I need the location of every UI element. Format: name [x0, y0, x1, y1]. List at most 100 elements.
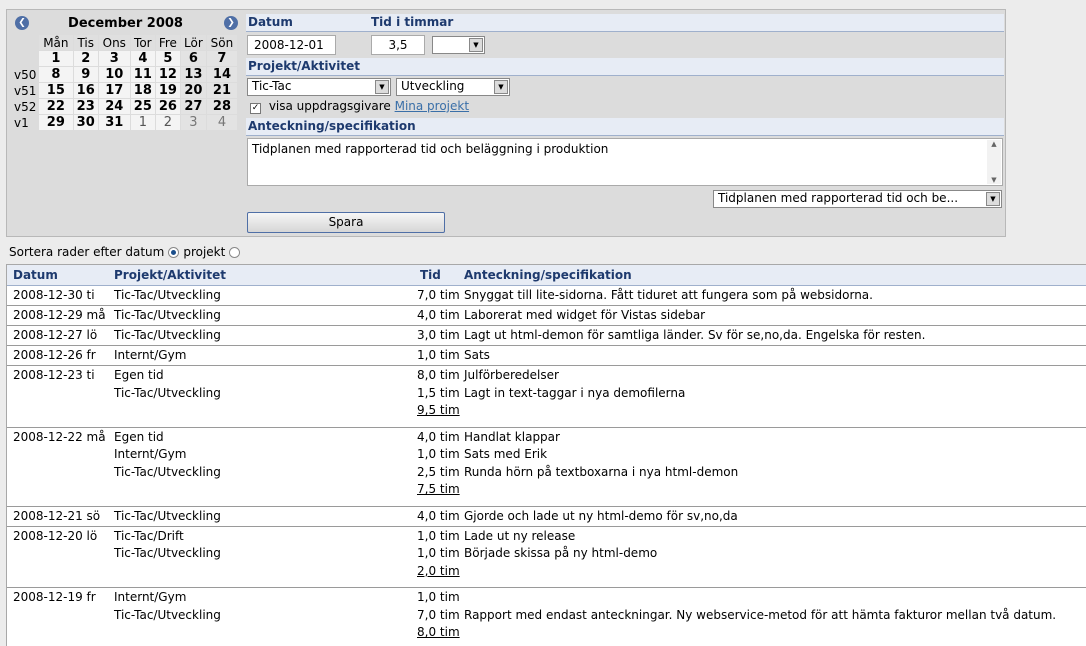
activity-select[interactable]: Utveckling ▼	[396, 78, 510, 96]
week-number: v52	[14, 99, 37, 114]
day-group: 2008-12-26 fr Internt/Gym 1,0 tim Sats	[7, 346, 1086, 366]
calendar-day[interactable]: 10	[98, 67, 130, 82]
calendar-day[interactable]: 26	[155, 99, 180, 114]
next-month-icon[interactable]: ❯	[224, 16, 238, 30]
calendar-day[interactable]: 2	[73, 51, 98, 66]
entry-time: 1,0 tim	[417, 528, 460, 543]
calendar-day[interactable]: 15	[39, 83, 73, 98]
calendar-day[interactable]: 1	[130, 115, 155, 130]
day-total-row: 7,5 tim	[7, 480, 1086, 498]
calendar-day[interactable]: 6	[180, 51, 206, 66]
project-select[interactable]: Tic-Tac ▼	[247, 78, 391, 96]
entry-project: Tic-Tac/Utveckling	[114, 546, 221, 560]
weekday-header: Ons	[98, 35, 130, 50]
table-row[interactable]: Tic-Tac/Utveckling 1,5 tim Lagt in text-ta…	[7, 384, 1086, 402]
sort-options: Sortera rader efter datum projekt	[9, 245, 244, 259]
entry-time: 4,0 tim	[417, 308, 460, 322]
calendar-day[interactable]: 3	[98, 51, 130, 66]
day-total-row: 2,0 tim	[7, 562, 1086, 580]
save-button[interactable]: Spara	[247, 212, 445, 233]
show-clients-checkbox[interactable]: ✓	[250, 103, 261, 114]
calendar-day[interactable]: 21	[206, 83, 237, 98]
sort-by-project-radio[interactable]	[229, 247, 241, 258]
day-total[interactable]: 9,5 tim	[417, 403, 460, 417]
entry-time: 4,0 tim	[417, 429, 460, 444]
table-row[interactable]: Tic-Tac/Utveckling 7,0 tim Rapport med end…	[7, 606, 1086, 624]
date-input[interactable]: 2008-12-01	[247, 35, 336, 55]
calendar-day[interactable]: 13	[180, 67, 206, 82]
calendar-day[interactable]: 23	[73, 99, 98, 114]
calendar-day[interactable]: 1	[39, 51, 73, 66]
table-row[interactable]: 2008-12-23 ti Egen tid 8,0 tim Julförberede…	[7, 366, 1086, 384]
table-row[interactable]: 2008-12-27 lö Tic-Tac/Utveckling 3,0 tim La…	[7, 326, 1086, 345]
chevron-down-icon: ▼	[986, 192, 1000, 206]
column-time: Tid	[420, 268, 441, 282]
calendar-day[interactable]: 18	[130, 83, 155, 98]
calendar-day[interactable]: 3	[180, 115, 206, 130]
calendar-day[interactable]: 29	[39, 115, 73, 130]
calendar-day[interactable]: 7	[206, 51, 237, 66]
day-total[interactable]: 8,0 tim	[417, 625, 460, 639]
entry-time: 2,5 tim	[417, 464, 460, 479]
entry-note: Sats med Erik	[464, 447, 548, 461]
my-projects-link[interactable]: Mina projekt	[395, 99, 469, 113]
week-number: v1	[14, 115, 29, 130]
entry-time: 1,0 tim	[417, 447, 460, 461]
calendar-day[interactable]: 25	[130, 99, 155, 114]
entry-note: Började skissa på ny html-demo	[464, 546, 658, 560]
weekday-header: Fre	[155, 35, 180, 50]
calendar-day[interactable]: 8	[39, 67, 73, 82]
hours-input[interactable]: 3,5	[371, 35, 425, 55]
calendar-day[interactable]: 31	[98, 115, 130, 130]
entry-project: Tic-Tac/Utveckling	[114, 508, 221, 523]
calendar-day[interactable]: 4	[130, 51, 155, 66]
calendar-day[interactable]: 27	[180, 99, 206, 114]
table-row[interactable]: 2008-12-30 ti Tic-Tac/Utveckling 7,0 tim Sn…	[7, 286, 1086, 305]
calendar-day[interactable]: 2	[155, 115, 180, 130]
calendar-day[interactable]: 28	[206, 99, 237, 114]
table-row[interactable]: 2008-12-29 må Tic-Tac/Utveckling 4,0 tim La…	[7, 306, 1086, 325]
calendar-day[interactable]: 16	[73, 83, 98, 98]
entry-project: Egen tid	[114, 368, 164, 382]
note-history-select[interactable]: Tidplanen med rapporterad tid och be... …	[713, 190, 1002, 208]
calendar-day[interactable]: 11	[130, 67, 155, 82]
entry-project: Tic-Tac/Utveckling	[114, 385, 221, 400]
calendar-day[interactable]: 24	[98, 99, 130, 114]
table-row[interactable]: 2008-12-22 må Egen tid 4,0 tim Handlat klap…	[7, 428, 1086, 446]
entry-time: 3,0 tim	[417, 328, 460, 342]
table-row[interactable]: Internt/Gym 1,0 tim Sats med Erik	[7, 445, 1086, 463]
weekday-header: Tor	[130, 35, 155, 50]
calendar-day[interactable]: 22	[39, 99, 73, 114]
day-total[interactable]: 7,5 tim	[417, 482, 460, 496]
calendar-day[interactable]: 17	[98, 83, 130, 98]
note-textarea[interactable]: Tidplanen med rapporterad tid och belägg…	[247, 138, 1003, 186]
table-row[interactable]: 2008-12-21 sö Tic-Tac/Utveckling 4,0 tim Gj…	[7, 507, 1086, 526]
table-row[interactable]: 2008-12-26 fr Internt/Gym 1,0 tim Sats	[7, 346, 1086, 365]
table-row[interactable]: Tic-Tac/Utveckling 2,5 tim Runda hörn på t…	[7, 463, 1086, 481]
entry-time: 8,0 tim	[417, 368, 460, 382]
calendar-day[interactable]: 14	[206, 67, 237, 82]
sort-label: Sortera rader efter datum	[9, 245, 165, 259]
weekday-header: Tis	[73, 35, 98, 50]
show-clients-row: ✓ visa uppdragsgivare Mina projekt	[250, 99, 469, 114]
day-total[interactable]: 2,0 tim	[417, 564, 460, 578]
entry-project: Tic-Tac/Utveckling	[114, 607, 221, 622]
calendar-day[interactable]: 30	[73, 115, 98, 130]
entry-date: 2008-12-19 fr	[13, 590, 96, 604]
calendar-day[interactable]: 9	[73, 67, 98, 82]
note-text: Tidplanen med rapporterad tid och belägg…	[252, 142, 609, 156]
entry-note: Runda hörn på textboxarna i nya html-dem…	[464, 464, 739, 479]
calendar-day[interactable]: 20	[180, 83, 206, 98]
sort-by-date-radio[interactable]	[168, 247, 180, 258]
calendar-day[interactable]: 4	[206, 115, 237, 130]
calendar-day[interactable]: 19	[155, 83, 180, 98]
calendar-day[interactable]: 12	[155, 67, 180, 82]
table-row[interactable]: 2008-12-19 fr Internt/Gym 1,0 tim	[7, 588, 1086, 606]
note-scrollbar[interactable]: ▲ ▼	[987, 140, 1001, 184]
table-row[interactable]: 2008-12-20 lö Tic-Tac/Drift 1,0 tim Lade ut…	[7, 527, 1086, 545]
entry-date: 2008-12-27 lö	[13, 328, 98, 342]
calendar-day[interactable]: 5	[155, 51, 180, 66]
table-row[interactable]: Tic-Tac/Utveckling 1,0 tim Började skissa …	[7, 544, 1086, 562]
week-number: v50	[14, 67, 37, 82]
hours-select[interactable]: ▼	[432, 36, 485, 54]
